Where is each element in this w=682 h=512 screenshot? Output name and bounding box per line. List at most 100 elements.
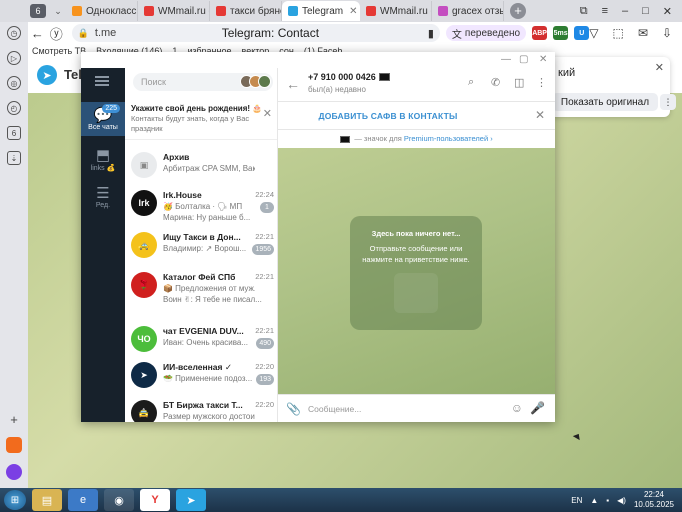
assistant-icon[interactable]: [6, 464, 22, 480]
explorer-icon[interactable]: ▤: [32, 489, 62, 511]
mail-icon[interactable]: [6, 437, 22, 453]
message-input[interactable]: Сообщение...: [308, 404, 361, 414]
search-icon[interactable]: ⌕: [468, 76, 474, 89]
microphone-icon[interactable]: 🎤: [530, 401, 545, 415]
greeting-sticker[interactable]: [394, 273, 438, 313]
menu-icon[interactable]: [95, 76, 109, 86]
sidebar-toggle-icon[interactable]: ◫: [514, 76, 524, 89]
translate-icon: 文: [451, 29, 462, 41]
telegram-taskbar-icon[interactable]: ➤: [176, 489, 206, 511]
stories-avatars[interactable]: [240, 75, 271, 88]
search-input[interactable]: Поиск: [133, 73, 273, 91]
folder-edit[interactable]: ☰ Ред.: [81, 180, 125, 214]
vpn-icon[interactable]: ▽: [589, 26, 598, 40]
extensions-icon[interactable]: ⬚: [613, 26, 624, 40]
clock-icon[interactable]: ◴: [7, 101, 21, 115]
chat-row[interactable]: ▣ Архив Арбитраж CPA SMM, Ваканс...: [125, 148, 277, 184]
browser-tab[interactable]: gracex отзыв: [432, 1, 504, 21]
extension-u-icon[interactable]: U: [574, 26, 590, 40]
emoji-icon[interactable]: ☺: [511, 401, 523, 415]
history-icon[interactable]: ◷: [7, 26, 21, 40]
chat-name: Ищу Такси в Дон...: [163, 232, 241, 242]
maximize-icon[interactable]: □: [642, 5, 649, 18]
browser-tab[interactable]: Telegram ✕: [282, 1, 360, 21]
tab-group-icon[interactable]: 6: [7, 126, 21, 140]
extension-abp-icon[interactable]: ABP: [532, 26, 548, 40]
browser-tab[interactable]: Одноклассн: [66, 1, 138, 21]
chat-preview: 🥗 Применение подоз...: [163, 374, 253, 383]
more-icon[interactable]: ⋮: [660, 94, 676, 110]
premium-note: — значок для Premium-пользователей ›: [278, 130, 555, 148]
clock[interactable]: 22:24 10.05.2025: [634, 490, 674, 510]
chat-preview-2: Марина: Ну раньше б...: [163, 213, 251, 222]
tray-arrow-icon[interactable]: ▲: [590, 496, 598, 505]
translated-badge[interactable]: 文 переведено: [445, 25, 527, 41]
chat-row[interactable]: ЧО чат EVGENIA DUV... 22:21 Иван: Очень кра…: [125, 322, 277, 358]
add-contact-link[interactable]: ДОБАВИТЬ САФВ В КОНТАКТЫ: [278, 111, 498, 121]
birthday-banner[interactable]: Укажите свой день рождения! 🎂 Контакты б…: [125, 98, 277, 140]
tab-counter[interactable]: 6: [30, 4, 46, 18]
back-icon[interactable]: ←: [28, 26, 47, 41]
maximize-icon[interactable]: ▢: [519, 54, 528, 65]
folder-label: links 💰: [90, 165, 116, 172]
network-icon[interactable]: ▪: [606, 496, 609, 505]
chat-preview: Размер мужского достоинс...: [163, 412, 255, 421]
chat-avatar: 🌹: [131, 272, 157, 298]
close-icon[interactable]: ✕: [535, 108, 545, 122]
yandex-browser-icon[interactable]: Y: [140, 489, 170, 511]
browser-tab[interactable]: такси брянс: [210, 1, 282, 21]
phone-icon[interactable]: ✆: [491, 76, 500, 89]
volume-icon[interactable]: ◀): [617, 496, 626, 505]
add-panel-icon[interactable]: +: [7, 412, 21, 427]
chat-row[interactable]: 🚕 Ищу Такси в Дон... 22:21 Владимир: ↗ Воро…: [125, 228, 277, 264]
bookmark-icon[interactable]: ▮: [428, 27, 434, 40]
folder-all-chats[interactable]: 💬 225 Все чаты: [81, 102, 125, 136]
empty-chat-placeholder: Здесь пока ничего нет... Отправьте сообщ…: [350, 216, 482, 330]
download-icon[interactable]: ⇩: [662, 26, 672, 40]
more-icon[interactable]: ⋮: [536, 76, 547, 89]
custom-emoji-icon: [378, 73, 390, 81]
chat-row[interactable]: Irk Irk.House 22:24 🥳 Болталка · 🗣 МП Марина…: [125, 186, 277, 222]
folder-links[interactable]: ⬒ links 💰: [81, 142, 125, 176]
folder-icon: ⬒: [95, 147, 111, 164]
mail-icon[interactable]: ✉: [638, 26, 648, 40]
folder-sidebar: 💬 225 Все чаты ⬒ links 💰 ☰ Ред.: [81, 68, 125, 422]
close-icon[interactable]: ✕: [655, 61, 664, 74]
address-bar-row: ← ⓨ 🔒 t.me Telegram: Contact ▮ 文 перевед…: [28, 22, 682, 44]
tabs-dropdown-icon[interactable]: ⌄: [50, 6, 66, 17]
start-button[interactable]: ⊞: [4, 490, 26, 510]
lock-icon[interactable]: 🔒: [78, 28, 89, 39]
chrome-icon[interactable]: ◉: [104, 489, 134, 511]
video-icon[interactable]: ▷: [7, 51, 21, 65]
language-indicator[interactable]: EN: [571, 496, 582, 505]
attach-icon[interactable]: 📎: [286, 402, 301, 416]
tab-label: WMmail.ru -: [380, 5, 432, 17]
menu-icon[interactable]: ≡: [602, 5, 608, 18]
unread-badge: 225: [102, 104, 120, 113]
show-original-button[interactable]: Показать оригинал: [552, 93, 658, 111]
premium-link[interactable]: Premium-пользователей ›: [404, 134, 493, 143]
minimize-icon[interactable]: —: [501, 54, 511, 65]
close-icon[interactable]: ✕: [663, 5, 672, 18]
browser-tab[interactable]: WMmail.ru -: [360, 1, 432, 21]
url-field[interactable]: 🔒 t.me Telegram: Contact ▮: [71, 24, 440, 42]
contact-phone: +7 910 000 0426: [308, 72, 376, 82]
download-icon[interactable]: ⇣: [7, 151, 21, 165]
extension-5ms-icon[interactable]: 5ms: [553, 26, 569, 40]
bookmarks-icon[interactable]: ⧉: [580, 5, 588, 18]
close-tab-icon[interactable]: ✕: [349, 6, 357, 17]
browser-tab[interactable]: WMmail.ru -: [138, 1, 210, 21]
bookmark-item[interactable]: Смотреть ТВ: [32, 46, 86, 56]
yandex-icon[interactable]: ⓨ: [47, 24, 66, 43]
new-tab-button[interactable]: +: [510, 3, 526, 19]
close-icon[interactable]: ✕: [263, 107, 272, 120]
chat-row[interactable]: ➤ ИИ-вселенная ✓ 22:20 🥗 Применение подоз..…: [125, 358, 277, 394]
contact-name[interactable]: +7 910 000 0426: [308, 72, 390, 82]
chat-row[interactable]: 🌹 Каталог Фей СПб 22:21 📦 Предложения от му…: [125, 268, 277, 304]
back-arrow-icon[interactable]: ←: [286, 76, 300, 92]
close-icon[interactable]: ✕: [539, 54, 547, 65]
alice-icon[interactable]: ◎: [7, 76, 21, 90]
minimize-icon[interactable]: –: [622, 5, 628, 18]
ie-icon[interactable]: e: [68, 489, 98, 511]
chat-row[interactable]: 🚖 БТ Биржа такси Т... 22:20 Размер мужского…: [125, 396, 277, 422]
